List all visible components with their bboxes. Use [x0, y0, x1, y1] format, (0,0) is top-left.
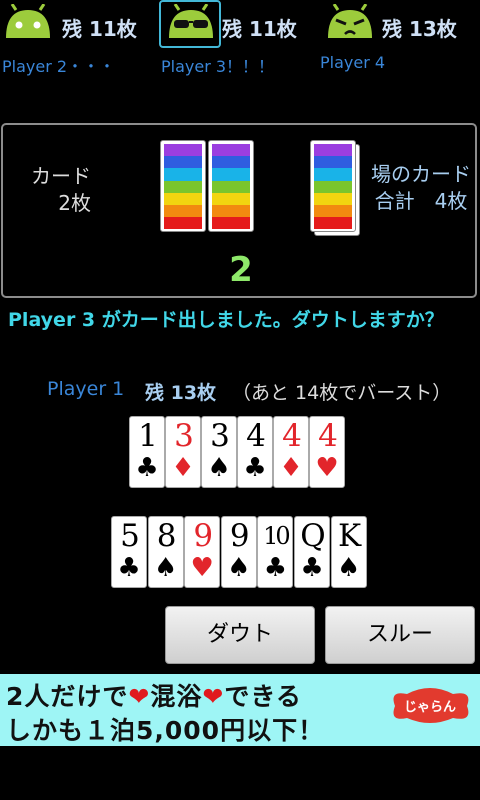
card-suit-icon: ♣: [300, 553, 324, 583]
hand-card[interactable]: 3 ♦: [165, 416, 201, 488]
opponent-name: Player 3！！！: [161, 57, 275, 76]
card-suit-icon: ♣: [263, 553, 288, 583]
played-cards-label: カード 2枚: [31, 163, 91, 217]
card-suit-icon: ♠: [336, 553, 361, 583]
hand-card[interactable]: 9 ♠: [220, 516, 257, 588]
hand-card[interactable]: 3 ♠: [201, 416, 237, 488]
opponent-name: Player 4: [320, 53, 386, 72]
ad-banner[interactable]: 2人だけで❤混浴❤できる しかも１泊5,000円以下！ じゃらん: [0, 674, 480, 746]
opponent-player2: 残 11枚 Player 2・・・: [0, 0, 160, 76]
card-suit-icon: ♠: [227, 553, 251, 583]
card-suit-icon: ♣: [117, 553, 141, 583]
card-rank: 3: [210, 418, 230, 454]
android-icon: [6, 4, 50, 38]
my-name: Player 1: [47, 378, 125, 400]
card-rank: 8: [156, 518, 177, 554]
card-rank: 10: [263, 522, 291, 550]
card-rank: 4: [246, 418, 266, 454]
opponent-remain: 残 11枚: [62, 17, 137, 41]
card-suit-icon: ♦: [171, 453, 195, 483]
played-card-back: [160, 140, 206, 232]
card-rank: K: [338, 518, 361, 554]
hand-card[interactable]: 4 ♦: [273, 416, 309, 488]
card-suit-icon: ♥: [190, 553, 214, 583]
field-panel: カード 2枚 場のカード 合計 4枚 2: [1, 123, 477, 298]
card-rank: 1: [138, 418, 158, 454]
hand-card[interactable]: 4 ♣: [237, 416, 273, 488]
hand-card[interactable]: K ♠: [330, 516, 367, 588]
ad-text: 2人だけで: [6, 682, 129, 711]
card-rank: Q: [300, 518, 325, 554]
jalan-logo: じゃらん: [393, 688, 469, 723]
opponent-player3: 残 11枚 Player 3！！！: [160, 0, 320, 76]
hand-card[interactable]: 8 ♠: [147, 516, 184, 588]
opponent-remain: 残 13枚: [382, 17, 457, 41]
pile-label-line1: 場のカード: [371, 162, 471, 186]
card-suit-icon: ♣: [135, 453, 159, 483]
card-suit-icon: ♠: [207, 453, 231, 483]
heart-icon: ❤: [128, 682, 151, 711]
pile-total-label: 場のカード 合計 4枚: [364, 161, 478, 215]
ad-line2: しかも１泊5,000円以下！: [6, 716, 325, 745]
status-message: Player 3 がカード出しました。ダウトしますか？: [8, 309, 444, 331]
card-rank: 3: [174, 418, 194, 454]
through-button[interactable]: スルー: [325, 606, 475, 664]
doubt-button[interactable]: ダウト: [165, 606, 315, 664]
opponent-remain: 残 11枚: [222, 17, 297, 41]
card-suit-icon: ♦: [279, 453, 303, 483]
played-label-line1: カード: [31, 164, 91, 188]
card-suit-icon: ♥: [315, 453, 339, 483]
card-rank: 5: [120, 518, 140, 554]
ad-text: 混浴: [150, 682, 203, 711]
card-suit-icon: ♠: [153, 553, 178, 583]
card-rank: 9: [193, 518, 213, 554]
android-angry-icon: [328, 4, 372, 38]
svg-text:じゃらん: じゃらん: [404, 700, 456, 715]
my-remain: 残 13枚: [145, 382, 217, 404]
opponent-player4: 残 13枚 Player 4: [320, 0, 480, 72]
hand-card[interactable]: 9 ♥: [184, 516, 221, 588]
card-suit-icon: ♣: [243, 453, 267, 483]
pile-label-line2: 合計 4枚: [374, 189, 468, 213]
heart-icon: ❤: [202, 682, 225, 711]
declared-number: 2: [229, 250, 253, 290]
card-rank: 4: [282, 418, 302, 454]
card-rank: 4: [318, 418, 338, 454]
played-card-back: [208, 140, 254, 232]
card-rank: 9: [229, 518, 250, 554]
played-label-line2: 2枚: [58, 191, 91, 215]
hand-card[interactable]: 4 ♥: [309, 416, 345, 488]
ad-text: できる: [224, 682, 302, 711]
hand-card[interactable]: 1 ♣: [129, 416, 165, 488]
android-sunglasses-icon: [169, 4, 213, 38]
opponent-name: Player 2・・・: [2, 57, 116, 76]
pile-card-back: [310, 140, 356, 232]
burst-note: （あと 14枚でバースト）: [232, 382, 452, 404]
hand-card[interactable]: Q ♣: [294, 516, 330, 588]
hand-card[interactable]: 10 ♣: [257, 516, 294, 588]
ad-line1: 2人だけで❤混浴❤できる: [6, 677, 302, 713]
hand-card[interactable]: 5 ♣: [111, 516, 147, 588]
